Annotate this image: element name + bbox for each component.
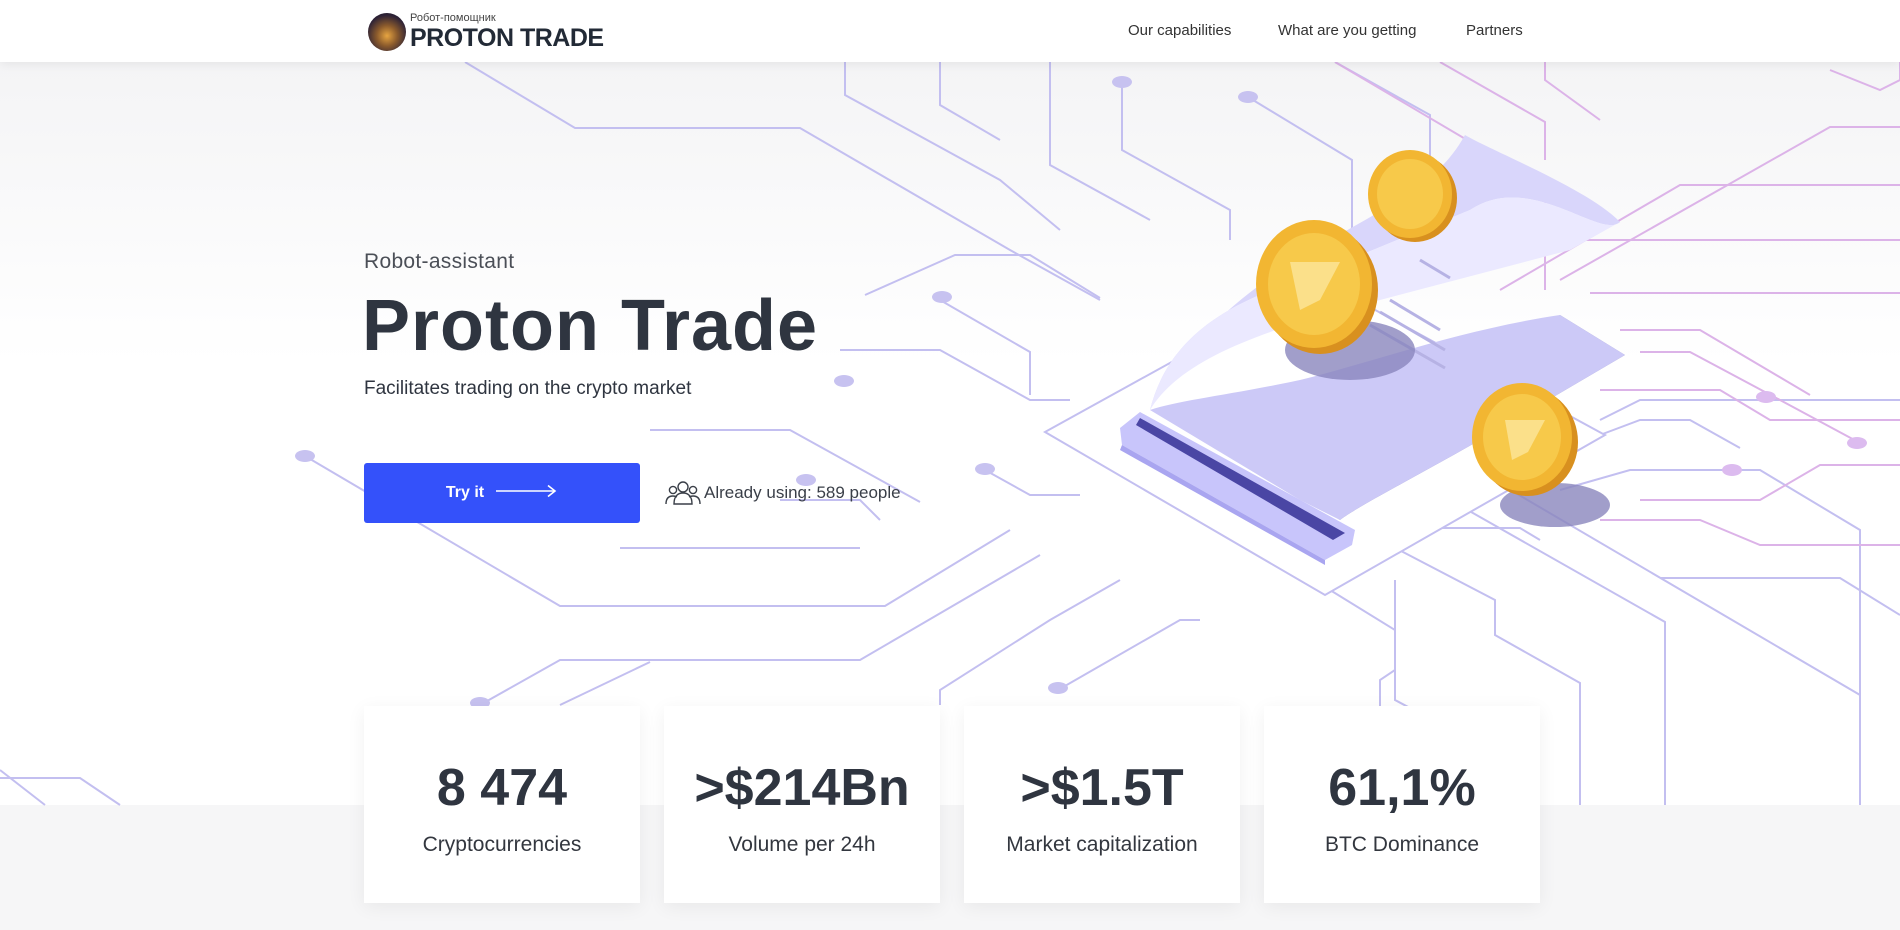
stat-value: >$1.5T xyxy=(1020,759,1184,817)
stat-label: Market capitalization xyxy=(1006,833,1198,856)
stat-card-market-cap: >$1.5T Market capitalization xyxy=(964,706,1240,903)
stat-label: Cryptocurrencies xyxy=(422,833,582,856)
stat-value: 8 474 xyxy=(436,759,568,817)
stat-label: Volume per 24h xyxy=(728,833,876,856)
try-it-label: Try it xyxy=(445,484,485,501)
stat-card-btc-dominance: 61,1% BTC Dominance xyxy=(1264,706,1540,903)
users-count-text: Already using: 589 people xyxy=(704,483,901,502)
logo-title: PROTON TRADE xyxy=(410,24,604,52)
rocket-logo-icon xyxy=(368,13,406,51)
arrow-right-icon xyxy=(496,484,558,503)
site-header: Робот-помощник PROTON TRADE Our capabili… xyxy=(0,0,1900,62)
stat-value: >$214Bn xyxy=(694,759,910,817)
stat-card-volume: >$214Bn Volume per 24h xyxy=(664,706,940,903)
try-it-button[interactable]: Try it xyxy=(364,463,640,523)
stat-card-cryptocurrencies: 8 474 Cryptocurrencies xyxy=(364,706,640,903)
logo-subtitle: Робот-помощник xyxy=(410,12,496,24)
stat-value: 61,1% xyxy=(1328,759,1476,817)
users-count: Already using: 589 people xyxy=(664,480,901,506)
stat-label: BTC Dominance xyxy=(1324,833,1480,856)
nav-link-partners[interactable]: Partners xyxy=(1466,22,1523,39)
nav-link-capabilities[interactable]: Our capabilities xyxy=(1128,22,1231,39)
circuit-board-illustration xyxy=(0,61,1900,806)
hero-title: Proton Trade xyxy=(362,286,819,366)
users-icon xyxy=(664,480,702,506)
hero-kicker: Robot-assistant xyxy=(364,250,515,273)
hero-description: Facilitates trading on the crypto market xyxy=(364,378,692,399)
nav-link-getting[interactable]: What are you getting xyxy=(1278,22,1416,39)
